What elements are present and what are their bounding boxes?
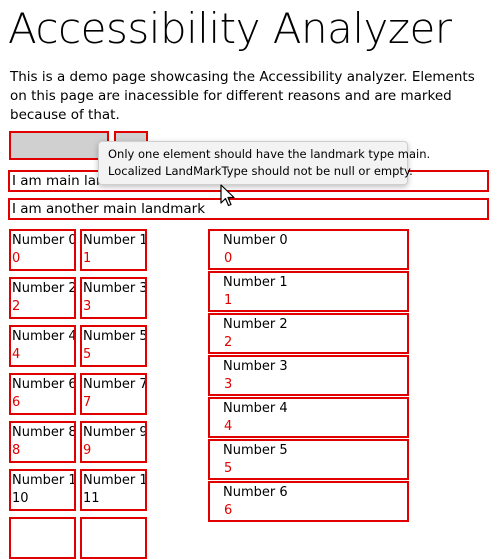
- grid-item-value: 3: [83, 299, 92, 314]
- grid-item[interactable]: Number 5 5: [80, 325, 147, 367]
- grid-item[interactable]: Number 1 1: [80, 229, 147, 271]
- grid-item[interactable]: Number 8 8: [9, 421, 76, 463]
- grid-item-value: 5: [83, 347, 92, 362]
- list-item-label: Number 2: [223, 317, 288, 332]
- list-item-value: 2: [224, 335, 233, 350]
- list-item[interactable]: Number 3 3: [208, 355, 409, 396]
- list-item[interactable]: Number 0 0: [208, 229, 409, 270]
- grid-item-label: Number 5: [83, 329, 147, 344]
- list-item-label: Number 3: [223, 359, 288, 374]
- list-item-label: Number 1: [223, 275, 288, 290]
- grid-item-label: Number 2: [12, 281, 76, 296]
- tooltip-line-2: Localized LandMarkType should not be nul…: [108, 164, 413, 178]
- list-item[interactable]: Number 2 2: [208, 313, 409, 354]
- page-title: Accessibility Analyzer: [8, 4, 452, 53]
- list-item-label: Number 5: [223, 443, 288, 458]
- grid-item-value: 11: [83, 491, 100, 506]
- list-item-label: Number 0: [223, 233, 288, 248]
- page-description: This is a demo page showcasing the Acces…: [10, 69, 475, 123]
- grid-item[interactable]: Number 0 0: [9, 229, 76, 271]
- grid-item[interactable]: Number 4 4: [9, 325, 76, 367]
- grid-item-value: 0: [12, 251, 21, 266]
- grid-item-label: Number 1: [83, 473, 147, 488]
- grid-item[interactable]: Number 1 11: [80, 469, 147, 511]
- grid-item-value: 7: [83, 395, 92, 410]
- grid-item-label: Number 1: [83, 233, 147, 248]
- grid-item[interactable]: [80, 517, 147, 559]
- grid-item[interactable]: Number 1 10: [9, 469, 76, 511]
- list-item-value: 6: [224, 503, 233, 518]
- grid-item-value: 9: [83, 443, 92, 458]
- grid-item-label: Number 1: [12, 473, 76, 488]
- grid-item-label: Number 8: [12, 425, 76, 440]
- grid-item-label: Number 3: [83, 281, 147, 296]
- grid-item-value: 10: [12, 491, 29, 506]
- tooltip-line-1: Only one element should have the landmar…: [108, 147, 431, 161]
- grid-item-label: Number 4: [12, 329, 76, 344]
- grid-item[interactable]: Number 3 3: [80, 277, 147, 319]
- grid-item[interactable]: [9, 517, 76, 559]
- grid-item[interactable]: Number 9 9: [80, 421, 147, 463]
- list-item[interactable]: Number 4 4: [208, 397, 409, 438]
- grid-item[interactable]: Number 2 2: [9, 277, 76, 319]
- list-item-value: 3: [224, 377, 233, 392]
- main-landmark-2: I am another main landmark: [8, 198, 489, 220]
- list-item-label: Number 4: [223, 401, 288, 416]
- list-item-label: Number 6: [223, 485, 288, 500]
- grid-item-label: Number 7: [83, 377, 147, 392]
- grid-item-value: 2: [12, 299, 21, 314]
- list-item-value: 1: [224, 293, 233, 308]
- grid-item-label: Number 9: [83, 425, 147, 440]
- list-item[interactable]: Number 1 1: [208, 271, 409, 312]
- validation-tooltip: Only one element should have the landmar…: [98, 141, 431, 185]
- grid-item-label: Number 6: [12, 377, 76, 392]
- grid-item-value: 8: [12, 443, 21, 458]
- grid-item-value: 1: [83, 251, 92, 266]
- list-item-value: 4: [224, 419, 233, 434]
- grid-item[interactable]: Number 6 6: [9, 373, 76, 415]
- mouse-pointer-icon: [220, 184, 235, 207]
- grid-item-label: Number 0: [12, 233, 76, 248]
- list-item-value: 0: [224, 251, 233, 266]
- grid-item-value: 6: [12, 395, 21, 410]
- list-item[interactable]: Number 5 5: [208, 439, 409, 480]
- grid-item[interactable]: Number 7 7: [80, 373, 147, 415]
- unlabeled-button-1[interactable]: [9, 131, 109, 160]
- grid-item-value: 4: [12, 347, 21, 362]
- list-item-value: 5: [224, 461, 233, 476]
- list-item[interactable]: Number 6 6: [208, 481, 409, 522]
